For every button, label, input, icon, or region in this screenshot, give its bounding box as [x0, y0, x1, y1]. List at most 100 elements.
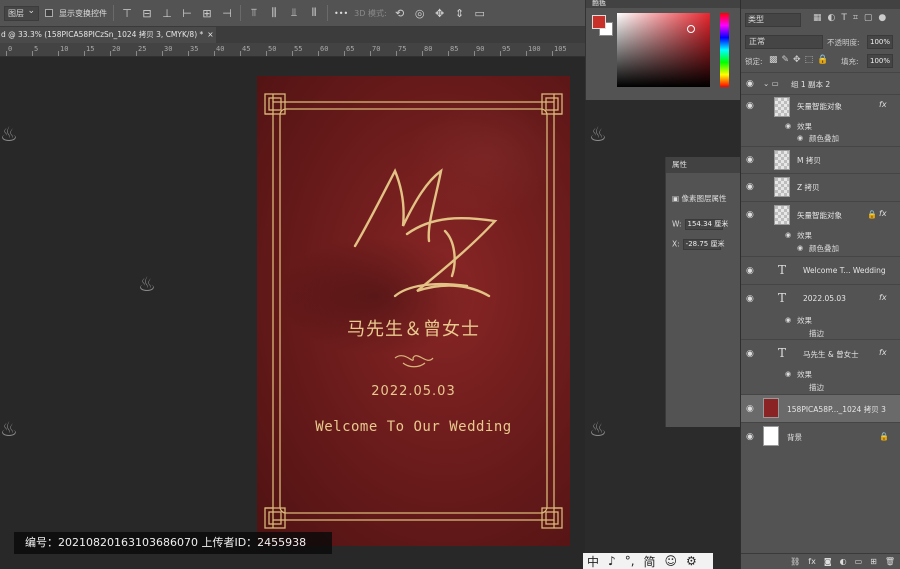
layer-row[interactable]: ◉ 背景 🔒 — [741, 422, 900, 450]
mask-icon[interactable]: ◙ — [824, 557, 832, 566]
divider — [113, 5, 114, 21]
ime-chinese-toggle[interactable]: 中 — [587, 553, 599, 569]
align-hcenter-icon[interactable]: ⊞ — [200, 7, 214, 20]
distribute-vcenter-icon[interactable]: ⫼ — [267, 6, 281, 20]
align-vcenter-icon[interactable]: ⊟ — [140, 7, 154, 20]
ime-moon-icon[interactable]: ♪ — [608, 554, 616, 568]
eye-icon[interactable]: ◉ — [746, 101, 754, 111]
canvas-area[interactable]: 马先生＆曾女士 2022.05.03 Welcome To Our Weddin… — [0, 57, 607, 569]
ruler-tick-label: 5 — [34, 45, 39, 53]
layer-row[interactable]: ◉ T 马先生 & 曾女士 fx ◉ 效果 描边 — [741, 339, 900, 394]
fx-icon[interactable]: fx — [808, 557, 816, 566]
eye-icon[interactable]: ◉ — [746, 79, 754, 89]
opacity-input[interactable]: 100% — [867, 35, 893, 49]
auto-select-dropdown[interactable]: 图层 — [4, 5, 39, 21]
ruler-tick-label: 80 — [424, 45, 433, 53]
eye-icon[interactable]: ◉ — [797, 244, 803, 252]
eye-icon[interactable]: ◉ — [746, 349, 754, 359]
ime-emoji-icon[interactable]: ☺ — [665, 554, 678, 568]
foreground-color-swatch[interactable] — [592, 15, 606, 29]
layer-row-selected[interactable]: ◉ 158PICA58P..._1024 拷贝 3 — [741, 394, 900, 422]
fx-icon[interactable]: fx — [879, 209, 887, 218]
eye-icon[interactable]: ◉ — [785, 231, 791, 239]
close-tab-icon[interactable]: × — [207, 30, 213, 39]
link-icon[interactable]: ⛓ — [790, 557, 800, 566]
eye-icon[interactable]: ◉ — [746, 294, 754, 304]
wedding-sign-artwork[interactable]: 马先生＆曾女士 2022.05.03 Welcome To Our Weddin… — [257, 76, 570, 546]
ruler-tick — [136, 51, 137, 56]
3d-pan-icon[interactable]: ✥ — [433, 7, 447, 20]
ruler-tick — [448, 51, 449, 56]
blend-mode-dropdown[interactable]: 正常 — [745, 35, 823, 49]
watermark-logo: ♨ — [138, 272, 156, 296]
3d-scale-icon[interactable]: ▭ — [473, 7, 487, 20]
fx-icon[interactable]: fx — [879, 100, 887, 109]
lock-icons[interactable]: ▩✎✥⬚🔒 — [769, 55, 832, 65]
ruler-tick-label: 15 — [86, 45, 95, 53]
layer-row[interactable]: ◉ 矢量智能对象 fx ◉ 效果 ◉ 颜色叠加 — [741, 94, 900, 146]
eye-icon[interactable]: ◉ — [746, 182, 754, 192]
fill-input[interactable]: 100% — [867, 54, 893, 68]
document-tab[interactable]: d @ 33.3% (158PICA58PICzSn_1024 拷贝 3, CM… — [0, 27, 216, 43]
align-right-icon[interactable]: ⊣ — [220, 7, 234, 20]
align-bottom-icon[interactable]: ⊥ — [160, 7, 174, 20]
tab-swatches[interactable]: 色板 — [592, 0, 606, 8]
fx-icon[interactable]: fx — [879, 348, 887, 357]
ime-settings-icon[interactable]: ⚙ — [686, 554, 697, 568]
watermark-logo: ♨ — [589, 417, 607, 441]
x-input[interactable]: -28.75 厘米 — [682, 239, 724, 250]
trash-icon[interactable]: 🗑 — [885, 557, 895, 566]
layer-group-row[interactable]: ◉ ⌄ ▭ 组 1 副本 2 — [741, 72, 900, 94]
show-transform-checkbox[interactable] — [45, 9, 53, 17]
eye-icon[interactable]: ◉ — [785, 122, 791, 130]
ruler-tick — [526, 51, 527, 56]
more-options-button[interactable]: ••• — [334, 9, 348, 18]
color-panel: 颜色 色板 — [585, 0, 741, 100]
ruler-tick-label: 95 — [502, 45, 511, 53]
couple-names: 马先生＆曾女士 — [347, 319, 480, 340]
layer-row[interactable]: ◉ T 2022.05.03 fx ◉ 效果 描边 — [741, 284, 900, 339]
distribute-bottom-icon[interactable]: ⫫ — [287, 6, 301, 20]
width-input[interactable]: 154.34 厘米 — [684, 219, 728, 230]
eye-icon[interactable]: ◉ — [746, 266, 754, 276]
ime-simplified-toggle[interactable]: 简 — [644, 553, 656, 569]
chevron-down-icon[interactable]: ⌄ ▭ — [763, 79, 779, 88]
eye-icon[interactable]: ◉ — [746, 432, 754, 442]
ruler-tick — [474, 51, 475, 56]
color-picker-field[interactable] — [617, 13, 710, 87]
layer-filter-dropdown[interactable]: 类型 — [745, 13, 801, 27]
color-picker-handle[interactable] — [687, 25, 695, 33]
eye-icon[interactable]: ◉ — [746, 155, 754, 165]
ime-punct-icon[interactable]: °, — [625, 554, 635, 568]
layer-row[interactable]: ◉ 矢量智能对象 🔒 fx ◉ 效果 ◉ 颜色叠加 — [741, 201, 900, 256]
ruler-tick — [370, 51, 371, 56]
image-icon: ▣ — [672, 194, 680, 203]
layer-filter-icons[interactable]: ▦◐T⌗▢● — [813, 13, 892, 23]
distribute-left-icon[interactable]: ⫴ — [307, 6, 321, 20]
ruler-tick-label: 90 — [476, 45, 485, 53]
3d-slide-icon[interactable]: ⇕ — [453, 7, 467, 20]
folder-icon[interactable]: ▭ — [855, 557, 863, 566]
adjustment-icon[interactable]: ◐ — [840, 557, 847, 566]
align-top-icon[interactable]: ⊤ — [120, 7, 134, 20]
fx-icon[interactable]: fx — [879, 293, 887, 302]
hue-slider[interactable] — [720, 13, 729, 87]
3d-rotate-icon[interactable]: ⟲ — [393, 7, 407, 20]
layer-row[interactable]: ◉ M 拷贝 — [741, 146, 900, 173]
eye-icon[interactable]: ◉ — [785, 316, 791, 324]
eye-icon[interactable]: ◉ — [785, 370, 791, 378]
align-left-icon[interactable]: ⊢ — [180, 7, 194, 20]
3d-roll-icon[interactable]: ◎ — [413, 7, 427, 20]
layer-row[interactable]: ◉ Z 拷贝 — [741, 173, 900, 201]
ruler-tick — [292, 51, 293, 56]
x-label: X: — [672, 239, 680, 249]
layer-row[interactable]: ◉ T Welcome T... Wedding — [741, 256, 900, 284]
new-layer-icon[interactable]: ⊞ — [870, 557, 877, 566]
eye-icon[interactable]: ◉ — [746, 404, 754, 414]
eye-icon[interactable]: ◉ — [797, 134, 803, 142]
eye-icon[interactable]: ◉ — [746, 210, 754, 220]
opacity-label: 不透明度: — [827, 38, 860, 47]
gold-frame — [264, 93, 563, 529]
distribute-top-icon[interactable]: ⫪ — [247, 6, 261, 20]
ruler-tick-label: 20 — [112, 45, 121, 53]
